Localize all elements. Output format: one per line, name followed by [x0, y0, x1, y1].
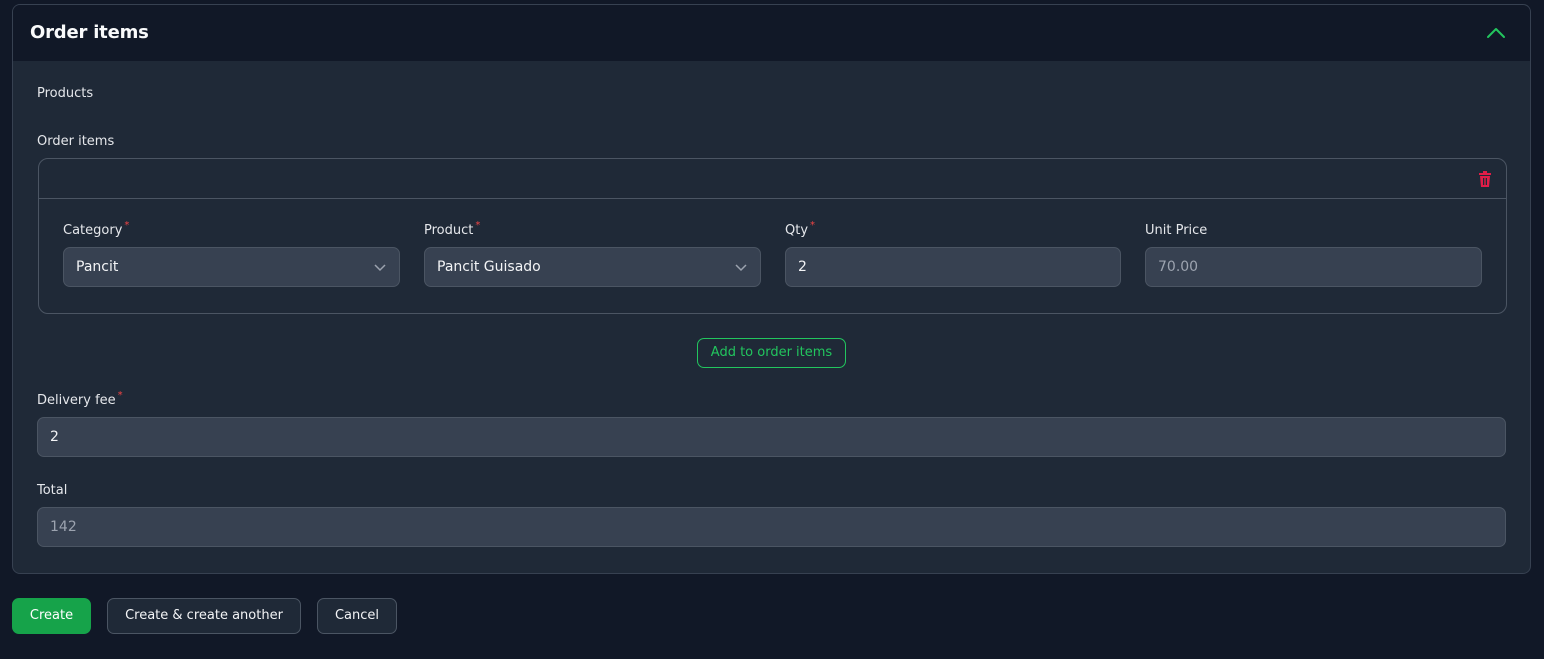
- unit-price-input[interactable]: 70.00: [1145, 247, 1482, 287]
- cancel-button[interactable]: Cancel: [317, 598, 397, 634]
- section-header: Order items: [13, 5, 1530, 61]
- category-value: Pancit: [76, 259, 119, 275]
- collapse-section-button[interactable]: [1484, 21, 1508, 45]
- total-input[interactable]: 142: [37, 507, 1506, 547]
- delivery-fee-input[interactable]: 2: [37, 417, 1506, 457]
- create-another-button[interactable]: Create & create another: [107, 598, 301, 634]
- unit-price-label: Unit Price: [1145, 223, 1208, 238]
- section-title: Order items: [30, 22, 149, 43]
- delivery-fee-label: Delivery fee *: [37, 390, 123, 408]
- chevron-down-icon: [735, 264, 747, 272]
- chevron-up-icon: [1487, 28, 1505, 38]
- delete-item-button[interactable]: [1478, 171, 1492, 187]
- required-marker: *: [124, 220, 130, 231]
- category-select[interactable]: Pancit: [63, 247, 400, 287]
- order-item-repeater: Category * Pancit Product * Pancit Guisado…: [38, 158, 1507, 314]
- required-marker: *: [810, 220, 816, 231]
- chevron-down-icon: [374, 264, 386, 272]
- order-items-section: Order items Products Order items Categor…: [12, 4, 1531, 574]
- product-label: Product *: [424, 220, 481, 238]
- category-label: Category *: [63, 220, 130, 238]
- add-to-order-items-button[interactable]: Add to order items: [697, 338, 846, 368]
- create-button[interactable]: Create: [12, 598, 91, 634]
- qty-input[interactable]: 2: [785, 247, 1121, 287]
- products-label: Products: [37, 86, 94, 101]
- required-marker: *: [117, 390, 123, 401]
- trash-icon: [1479, 171, 1491, 187]
- qty-value: 2: [798, 259, 807, 275]
- order-items-label: Order items: [37, 134, 115, 149]
- unit-price-value: 70.00: [1158, 259, 1199, 275]
- product-select[interactable]: Pancit Guisado: [424, 247, 761, 287]
- required-marker: *: [475, 220, 481, 231]
- qty-label: Qty *: [785, 220, 816, 238]
- product-value: Pancit Guisado: [437, 259, 541, 275]
- total-value: 142: [50, 519, 77, 535]
- total-label: Total: [37, 483, 68, 498]
- repeater-item-header: [39, 159, 1506, 199]
- delivery-fee-value: 2: [50, 429, 59, 445]
